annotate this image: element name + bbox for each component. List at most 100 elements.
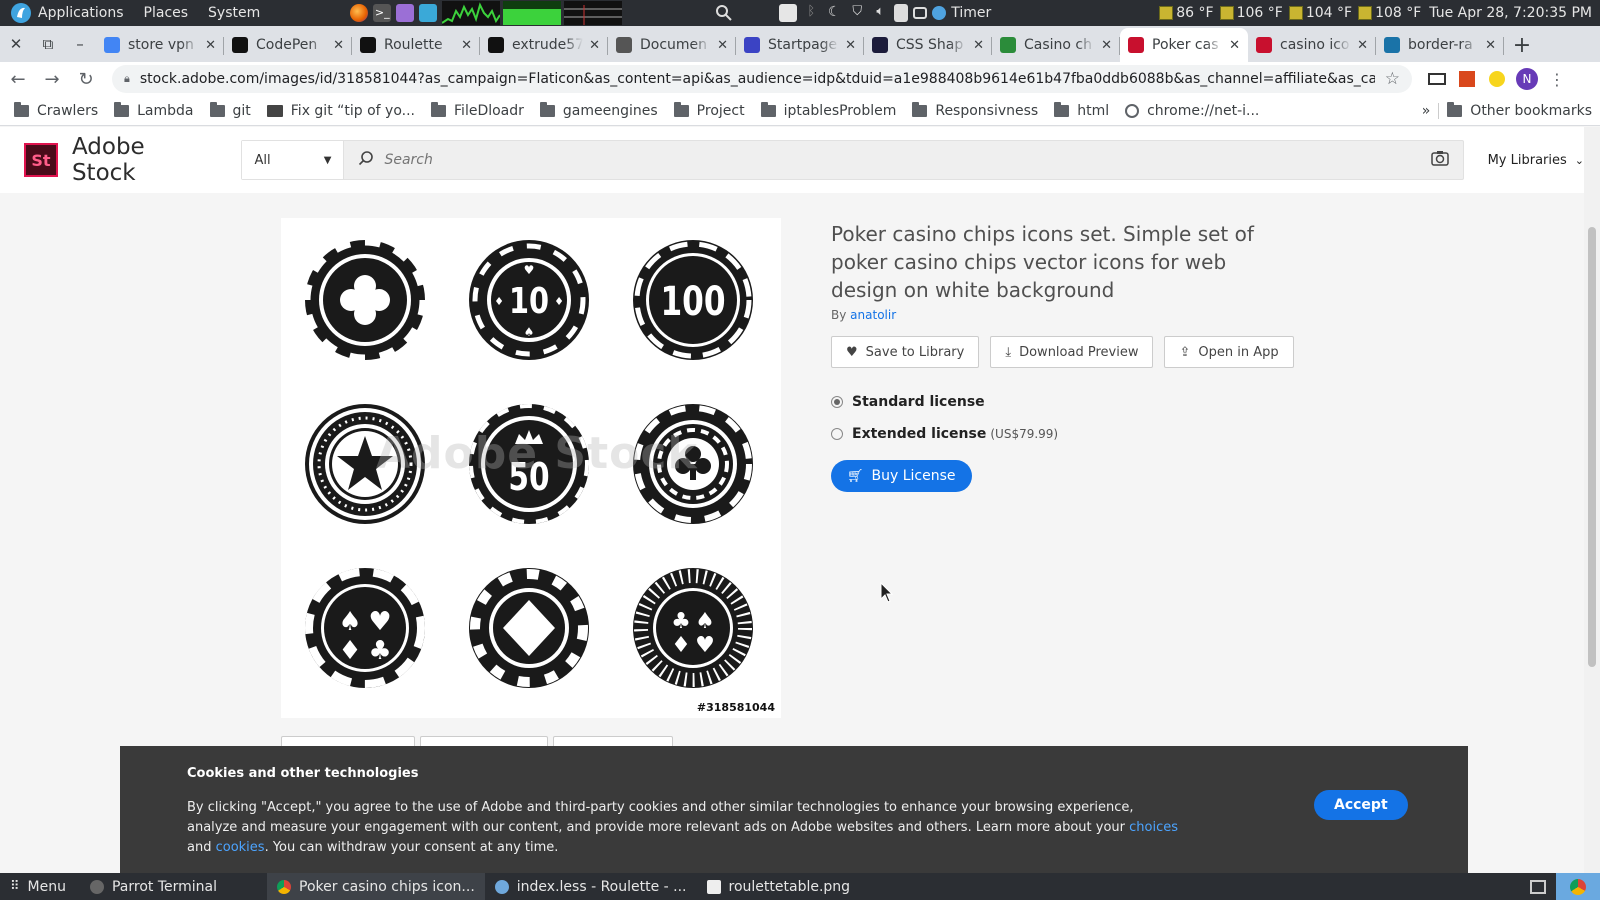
choices-link[interactable]: choices	[1129, 820, 1178, 835]
window-close-icon[interactable]: ✕	[0, 26, 32, 62]
tab-close-icon[interactable]: ✕	[205, 38, 216, 53]
address-bar[interactable]: 🔒︎ stock.adobe.com/images/id/318581044?a…	[112, 65, 1412, 93]
start-menu-button[interactable]: ⠿ Menu	[0, 873, 76, 900]
browser-tab[interactable]: CSS Shap ✕	[864, 28, 992, 62]
bookmark-item[interactable]: html	[1046, 101, 1117, 119]
chrome-menu-icon[interactable]: ⋮	[1542, 64, 1572, 94]
tab-close-icon[interactable]: ✕	[973, 38, 984, 53]
browser-tab[interactable]: extrude57 ✕	[480, 28, 608, 62]
accept-button[interactable]: Accept	[1314, 790, 1408, 820]
bookmark-item[interactable]: Fix git “tip of yo...	[259, 103, 423, 119]
browser-tab[interactable]: Poker cas ✕	[1120, 28, 1248, 62]
author-link[interactable]: anatolir	[850, 308, 896, 322]
scrollbar-thumb[interactable]	[1588, 227, 1596, 667]
extended-license-radio[interactable]	[831, 428, 843, 440]
bookmark-item[interactable]: gameengines	[532, 101, 666, 119]
search-icon[interactable]	[715, 0, 733, 26]
bluetooth-icon[interactable]: ᛒ	[802, 4, 820, 22]
search-input[interactable]	[384, 152, 1431, 168]
timer-label[interactable]: Timer	[951, 5, 991, 21]
reload-icon[interactable]: ↻	[70, 64, 102, 94]
vpn-shield-icon[interactable]: ⛉	[848, 4, 866, 22]
window-restore-icon[interactable]: ⧉	[32, 26, 64, 62]
yellow-extension-icon[interactable]	[1482, 64, 1512, 94]
browser-tab[interactable]: border-ra ✕	[1376, 28, 1504, 62]
tab-close-icon[interactable]: ✕	[1101, 38, 1112, 53]
category-select[interactable]: All ▼	[242, 141, 345, 179]
tab-close-icon[interactable]: ✕	[333, 38, 344, 53]
taskbar-chrome-window[interactable]: Poker casino chips icon...	[267, 873, 485, 900]
bookmark-other[interactable]: Other bookmarks	[1438, 101, 1600, 119]
display-icon[interactable]	[913, 7, 928, 19]
cookies-link[interactable]: cookies	[216, 840, 265, 855]
svg-text:♦: ♦	[554, 295, 564, 308]
screen-share-icon[interactable]	[779, 4, 798, 22]
adobe-stock-logo[interactable]: St	[24, 143, 58, 177]
bookmark-item[interactable]: iptablesProblem	[753, 101, 905, 119]
back-arrow-icon[interactable]: ←	[2, 64, 34, 94]
taskbar-image-viewer[interactable]: roulettetable.png	[697, 873, 861, 900]
taskbar-terminal[interactable]: Parrot Terminal	[80, 873, 227, 900]
bookmark-item[interactable]: Crawlers	[6, 101, 106, 119]
camera-search-icon[interactable]	[1430, 150, 1449, 170]
my-libraries-menu[interactable]: My Libraries ⌄	[1488, 153, 1584, 168]
parrot-logo-icon[interactable]	[10, 0, 32, 26]
workspace-icon[interactable]	[1520, 873, 1556, 900]
browser-tab[interactable]: Startpage ✕	[736, 28, 864, 62]
tab-close-icon[interactable]: ✕	[1357, 38, 1368, 53]
tab-close-icon[interactable]: ✕	[717, 38, 728, 53]
chrome-tray-icon[interactable]	[1556, 873, 1600, 900]
bookmark-star-icon[interactable]: ☆	[1375, 69, 1400, 89]
os-menu-places[interactable]: Places	[144, 5, 189, 21]
cast-extension-icon[interactable]	[1422, 64, 1452, 94]
window-minimize-icon[interactable]: –	[64, 26, 96, 62]
tab-close-icon[interactable]: ✕	[461, 38, 472, 53]
taskbar-editor-window[interactable]: index.less - Roulette - ...	[485, 873, 697, 900]
os-menu-applications[interactable]: Applications	[38, 5, 124, 21]
globe-icon	[616, 37, 632, 53]
browser-tab[interactable]: CodePen ✕	[224, 28, 352, 62]
notes-app-icon[interactable]	[396, 4, 415, 22]
tab-close-icon[interactable]: ✕	[1485, 38, 1496, 53]
save-to-library-button[interactable]: ♥ Save to Library	[831, 336, 980, 368]
volume-icon[interactable]: 🔈︎	[871, 4, 889, 22]
download-preview-button[interactable]: ⤓ Download Preview	[990, 336, 1154, 368]
new-tab-button[interactable]: +	[1504, 28, 1540, 62]
asset-preview-image[interactable]: 10 ♥ ♠ ♦ ♦ 100 50 ♠ ♥ ♦ ♣ ♣ ♠ ♦ ♥ Adobe …	[281, 218, 781, 718]
chat-app-icon[interactable]	[419, 4, 438, 22]
bookmark-item[interactable]: FileDloadr	[423, 101, 532, 119]
open-in-app-button[interactable]: ⇪ Open in App	[1164, 336, 1294, 368]
lock-icon[interactable]: 🔒︎	[124, 72, 130, 86]
tab-close-icon[interactable]: ✕	[589, 38, 600, 53]
browser-tab[interactable]: store vpn ✕	[96, 28, 224, 62]
timer-icon[interactable]	[932, 6, 947, 20]
page-scrollbar[interactable]	[1584, 127, 1600, 873]
clipboard-icon[interactable]	[894, 4, 909, 22]
standard-license-option[interactable]: Standard license	[831, 394, 1291, 410]
browser-tab[interactable]: casino ico ✕	[1248, 28, 1376, 62]
terminal-icon[interactable]: >_	[373, 4, 392, 22]
profile-avatar[interactable]: N	[1512, 64, 1542, 94]
bookmark-item[interactable]: Project	[666, 101, 753, 119]
bookmark-item[interactable]: Responsivness	[904, 101, 1046, 119]
os-menu-system[interactable]: System	[208, 5, 260, 21]
forward-arrow-icon[interactable]: →	[36, 64, 68, 94]
browser-tab[interactable]: Documen ✕	[608, 28, 736, 62]
night-mode-icon[interactable]: ☾	[825, 4, 843, 22]
browser-tab[interactable]: Casino ch ✕	[992, 28, 1120, 62]
brand-name[interactable]: Adobe Stock	[72, 134, 216, 186]
standard-license-radio[interactable]	[831, 396, 843, 408]
url-text[interactable]: stock.adobe.com/images/id/318581044?as_c…	[140, 71, 1375, 87]
red-extension-icon[interactable]	[1452, 64, 1482, 94]
bookmarks-overflow-button[interactable]: »	[1414, 103, 1439, 119]
tab-close-icon[interactable]: ✕	[1229, 38, 1240, 53]
buy-license-button[interactable]: 🛒︎ Buy License	[831, 460, 972, 492]
bookmark-item[interactable]: Lambda	[106, 101, 201, 119]
firefox-icon[interactable]	[350, 4, 369, 22]
bookmark-item[interactable]: chrome://net-i...	[1117, 103, 1267, 119]
extended-license-option[interactable]: Extended license (US$79.99)	[831, 426, 1291, 442]
browser-tab[interactable]: Roulette ✕	[352, 28, 480, 62]
tab-close-icon[interactable]: ✕	[845, 38, 856, 53]
bookmark-item[interactable]: git	[202, 101, 259, 119]
clock[interactable]: Tue Apr 28, 7:20:35 PM	[1429, 5, 1592, 21]
